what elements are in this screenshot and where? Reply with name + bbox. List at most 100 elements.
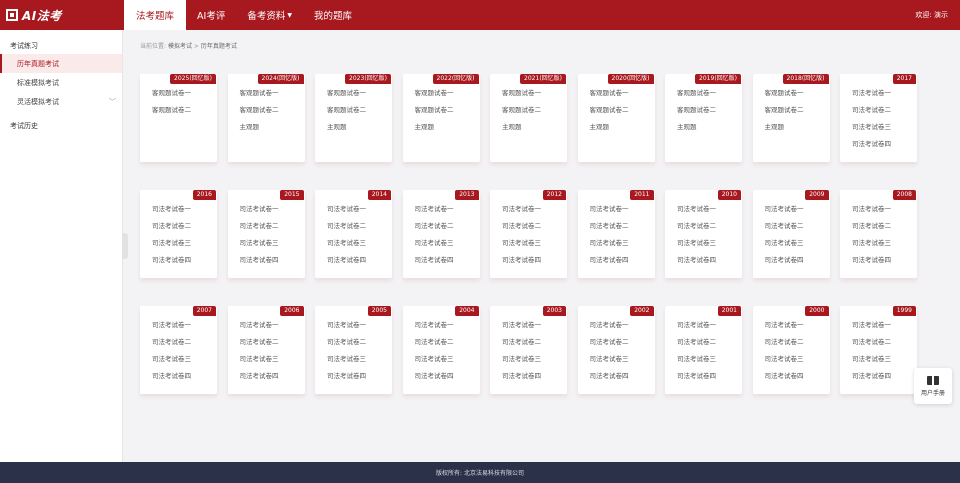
exam-paper-link[interactable]: 司法考试卷三 — [765, 355, 804, 372]
exam-paper-link[interactable]: 司法考试卷二 — [327, 222, 366, 239]
exam-paper-link[interactable]: 司法考试卷三 — [852, 355, 891, 372]
exam-paper-link[interactable]: 司法考试卷四 — [590, 256, 629, 273]
exam-paper-link[interactable]: 司法考试卷一 — [152, 321, 191, 338]
sidebar-item-standard-mock[interactable]: 标准模拟考试 — [0, 73, 122, 92]
breadcrumb-item[interactable]: 模拟考试 — [168, 43, 192, 50]
exam-paper-link[interactable]: 司法考试卷四 — [415, 256, 454, 273]
exam-paper-link[interactable]: 司法考试卷二 — [677, 338, 716, 355]
exam-paper-link[interactable]: 司法考试卷二 — [502, 338, 541, 355]
exam-paper-link[interactable]: 司法考试卷三 — [852, 239, 891, 256]
exam-paper-link[interactable]: 司法考试卷三 — [502, 355, 541, 372]
exam-paper-link[interactable]: 司法考试卷三 — [677, 355, 716, 372]
exam-paper-link[interactable]: 司法考试卷四 — [240, 256, 279, 273]
exam-paper-link[interactable]: 司法考试卷二 — [415, 222, 454, 239]
nav-item-my-questions[interactable]: 我的题库 — [303, 0, 363, 30]
exam-paper-link[interactable]: 司法考试卷二 — [852, 106, 891, 123]
exam-paper-link[interactable]: 客观题试卷二 — [240, 106, 279, 123]
exam-paper-link[interactable]: 司法考试卷一 — [852, 89, 891, 106]
exam-paper-link[interactable]: 司法考试卷二 — [677, 222, 716, 239]
exam-paper-link[interactable]: 客观题试卷一 — [590, 89, 629, 106]
exam-paper-link[interactable]: 客观题试卷二 — [765, 106, 804, 123]
exam-paper-link[interactable]: 司法考试卷四 — [152, 372, 191, 389]
exam-paper-link[interactable]: 司法考试卷三 — [327, 239, 366, 256]
exam-paper-link[interactable]: 司法考试卷三 — [415, 239, 454, 256]
exam-paper-link[interactable]: 客观题试卷一 — [240, 89, 279, 106]
logo[interactable]: AI法考 — [0, 0, 124, 30]
exam-paper-link[interactable]: 司法考试卷四 — [502, 372, 541, 389]
exam-paper-link[interactable]: 司法考试卷二 — [852, 338, 891, 355]
exam-paper-link[interactable]: 客观题试卷一 — [152, 89, 191, 106]
exam-paper-link[interactable]: 客观题试卷一 — [502, 89, 541, 106]
exam-paper-link[interactable]: 司法考试卷二 — [240, 222, 279, 239]
sidebar-group-title[interactable]: 考试练习 — [0, 30, 122, 54]
exam-paper-link[interactable]: 司法考试卷四 — [677, 256, 716, 273]
exam-paper-link[interactable]: 司法考试卷三 — [152, 239, 191, 256]
exam-paper-link[interactable]: 司法考试卷二 — [502, 222, 541, 239]
exam-paper-link[interactable]: 司法考试卷一 — [415, 205, 454, 222]
exam-paper-link[interactable]: 司法考试卷四 — [415, 372, 454, 389]
exam-paper-link[interactable]: 司法考试卷三 — [852, 123, 891, 140]
exam-paper-link[interactable]: 司法考试卷三 — [152, 355, 191, 372]
exam-paper-link[interactable]: 司法考试卷一 — [240, 321, 279, 338]
exam-paper-link[interactable]: 司法考试卷二 — [327, 338, 366, 355]
exam-paper-link[interactable]: 司法考试卷一 — [765, 205, 804, 222]
exam-paper-link[interactable]: 司法考试卷四 — [677, 372, 716, 389]
user-manual-button[interactable]: 用户手册 — [914, 368, 952, 404]
sidebar-item-exam-history[interactable]: 考试历史 — [0, 111, 122, 133]
exam-paper-link[interactable]: 司法考试卷四 — [852, 256, 891, 273]
exam-paper-link[interactable]: 司法考试卷二 — [152, 222, 191, 239]
exam-paper-link[interactable]: 客观题试卷二 — [502, 106, 541, 123]
exam-paper-link[interactable]: 司法考试卷二 — [415, 338, 454, 355]
exam-paper-link[interactable]: 司法考试卷四 — [765, 372, 804, 389]
exam-paper-link[interactable]: 司法考试卷二 — [852, 222, 891, 239]
exam-paper-link[interactable]: 司法考试卷一 — [852, 205, 891, 222]
exam-paper-link[interactable]: 司法考试卷一 — [502, 321, 541, 338]
exam-paper-link[interactable]: 主观题 — [765, 123, 804, 140]
exam-paper-link[interactable]: 司法考试卷四 — [502, 256, 541, 273]
exam-paper-link[interactable]: 司法考试卷四 — [590, 372, 629, 389]
exam-paper-link[interactable]: 司法考试卷一 — [502, 205, 541, 222]
sidebar-item-flexible-mock[interactable]: 灵活模拟考试 ﹀ — [0, 92, 122, 111]
exam-paper-link[interactable]: 客观题试卷一 — [677, 89, 716, 106]
exam-paper-link[interactable]: 司法考试卷四 — [240, 372, 279, 389]
exam-paper-link[interactable]: 司法考试卷四 — [327, 372, 366, 389]
exam-paper-link[interactable]: 客观题试卷二 — [152, 106, 191, 123]
exam-paper-link[interactable]: 司法考试卷一 — [590, 321, 629, 338]
exam-paper-link[interactable]: 司法考试卷二 — [765, 222, 804, 239]
exam-paper-link[interactable]: 司法考试卷四 — [765, 256, 804, 273]
exam-paper-link[interactable]: 司法考试卷一 — [415, 321, 454, 338]
exam-paper-link[interactable]: 客观题试卷一 — [765, 89, 804, 106]
exam-paper-link[interactable]: 司法考试卷一 — [590, 205, 629, 222]
exam-paper-link[interactable]: 主观题 — [590, 123, 629, 140]
nav-item-question-bank[interactable]: 法考题库 — [124, 0, 187, 30]
exam-paper-link[interactable]: 司法考试卷三 — [765, 239, 804, 256]
exam-paper-link[interactable]: 司法考试卷一 — [327, 321, 366, 338]
exam-paper-link[interactable]: 司法考试卷三 — [415, 355, 454, 372]
exam-paper-link[interactable]: 司法考试卷三 — [590, 239, 629, 256]
exam-paper-link[interactable]: 司法考试卷二 — [590, 222, 629, 239]
exam-paper-link[interactable]: 主观题 — [415, 123, 454, 140]
exam-paper-link[interactable]: 司法考试卷四 — [152, 256, 191, 273]
exam-paper-link[interactable]: 司法考试卷一 — [765, 321, 804, 338]
exam-paper-link[interactable]: 司法考试卷三 — [240, 355, 279, 372]
exam-paper-link[interactable]: 司法考试卷一 — [677, 321, 716, 338]
exam-paper-link[interactable]: 司法考试卷一 — [152, 205, 191, 222]
exam-paper-link[interactable]: 司法考试卷四 — [852, 140, 891, 157]
exam-paper-link[interactable]: 司法考试卷二 — [152, 338, 191, 355]
nav-item-study-materials[interactable]: 备考资料 ▼ — [236, 0, 303, 30]
exam-paper-link[interactable]: 主观题 — [502, 123, 541, 140]
exam-paper-link[interactable]: 司法考试卷三 — [327, 355, 366, 372]
sidebar-item-past-exams[interactable]: 历年真题考试 — [0, 54, 122, 73]
exam-paper-link[interactable]: 司法考试卷二 — [590, 338, 629, 355]
exam-paper-link[interactable]: 司法考试卷二 — [765, 338, 804, 355]
nav-item-ai-evaluation[interactable]: AI考评 — [186, 0, 236, 30]
exam-paper-link[interactable]: 司法考试卷三 — [502, 239, 541, 256]
exam-paper-link[interactable]: 客观题试卷二 — [677, 106, 716, 123]
exam-paper-link[interactable]: 客观题试卷二 — [415, 106, 454, 123]
welcome-user[interactable]: 欢迎: 演示 — [915, 0, 948, 30]
exam-paper-link[interactable]: 主观题 — [327, 123, 366, 140]
exam-paper-link[interactable]: 司法考试卷一 — [327, 205, 366, 222]
sidebar-collapse-handle[interactable] — [122, 233, 128, 259]
exam-paper-link[interactable]: 司法考试卷三 — [677, 239, 716, 256]
exam-paper-link[interactable]: 司法考试卷四 — [327, 256, 366, 273]
